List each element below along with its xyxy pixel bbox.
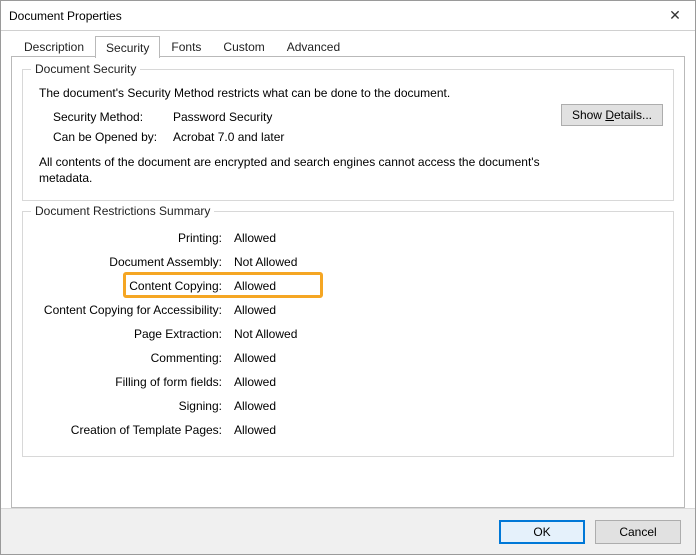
restrictions-list: Printing:AllowedDocument Assembly:Not Al… <box>33 226 663 442</box>
tabstrip: Description Security Fonts Custom Advanc… <box>11 35 685 57</box>
window-title: Document Properties <box>9 9 655 23</box>
encryption-note: All contents of the document are encrypt… <box>39 154 559 186</box>
tab-advanced[interactable]: Advanced <box>276 36 351 57</box>
restriction-label: Signing: <box>33 399 228 413</box>
restriction-label: Creation of Template Pages: <box>33 423 228 437</box>
restriction-label: Page Extraction: <box>33 327 228 341</box>
close-icon[interactable]: ✕ <box>655 2 695 30</box>
restriction-label: Printing: <box>33 231 228 245</box>
restriction-value: Allowed <box>228 375 276 389</box>
group-legend: Document Security <box>31 62 140 76</box>
row-can-be-opened-by: Can be Opened by: Acrobat 7.0 and later <box>33 130 663 144</box>
restriction-row: Content Copying for Accessibility:Allowe… <box>33 298 663 322</box>
ok-button[interactable]: OK <box>499 520 585 544</box>
restriction-row: Filling of form fields:Allowed <box>33 370 663 394</box>
restriction-value: Not Allowed <box>228 255 297 269</box>
tab-custom[interactable]: Custom <box>212 36 275 57</box>
restriction-label: Filling of form fields: <box>33 375 228 389</box>
restriction-row: Content Copying:Allowed <box>33 274 663 298</box>
restriction-label: Content Copying for Accessibility: <box>33 303 228 317</box>
show-details-button[interactable]: Show Details... <box>561 104 663 126</box>
restriction-label: Commenting: <box>33 351 228 365</box>
restriction-value: Allowed <box>228 231 276 245</box>
restriction-value: Allowed <box>228 303 276 317</box>
dialog-footer: OK Cancel <box>1 508 695 554</box>
label-security-method: Security Method: <box>33 110 163 124</box>
group-restrictions-summary: Document Restrictions Summary Printing:A… <box>22 211 674 457</box>
tabpage-security: Document Security The document's Securit… <box>11 57 685 508</box>
tab-security[interactable]: Security <box>95 36 160 58</box>
group-document-security: Document Security The document's Securit… <box>22 69 674 201</box>
value-security-method: Password Security <box>163 110 272 124</box>
tab-fonts[interactable]: Fonts <box>160 36 212 57</box>
titlebar: Document Properties ✕ <box>1 1 695 31</box>
restriction-label: Document Assembly: <box>33 255 228 269</box>
restriction-value: Allowed <box>228 351 276 365</box>
restriction-row: Commenting:Allowed <box>33 346 663 370</box>
group-legend: Document Restrictions Summary <box>31 204 214 218</box>
tab-description[interactable]: Description <box>13 36 95 57</box>
restriction-value: Allowed <box>228 279 276 293</box>
cancel-button[interactable]: Cancel <box>595 520 681 544</box>
restriction-value: Allowed <box>228 399 276 413</box>
label-opened-by: Can be Opened by: <box>33 130 163 144</box>
restriction-row: Signing:Allowed <box>33 394 663 418</box>
restriction-row: Document Assembly:Not Allowed <box>33 250 663 274</box>
dialog-document-properties: Document Properties ✕ Description Securi… <box>0 0 696 555</box>
value-opened-by: Acrobat 7.0 and later <box>163 130 284 144</box>
dialog-body: Description Security Fonts Custom Advanc… <box>1 31 695 508</box>
security-description: The document's Security Method restricts… <box>39 86 663 100</box>
restriction-value: Allowed <box>228 423 276 437</box>
restriction-label: Content Copying: <box>33 279 228 293</box>
restriction-row: Creation of Template Pages:Allowed <box>33 418 663 442</box>
restriction-row: Page Extraction:Not Allowed <box>33 322 663 346</box>
restriction-row: Printing:Allowed <box>33 226 663 250</box>
restriction-value: Not Allowed <box>228 327 297 341</box>
